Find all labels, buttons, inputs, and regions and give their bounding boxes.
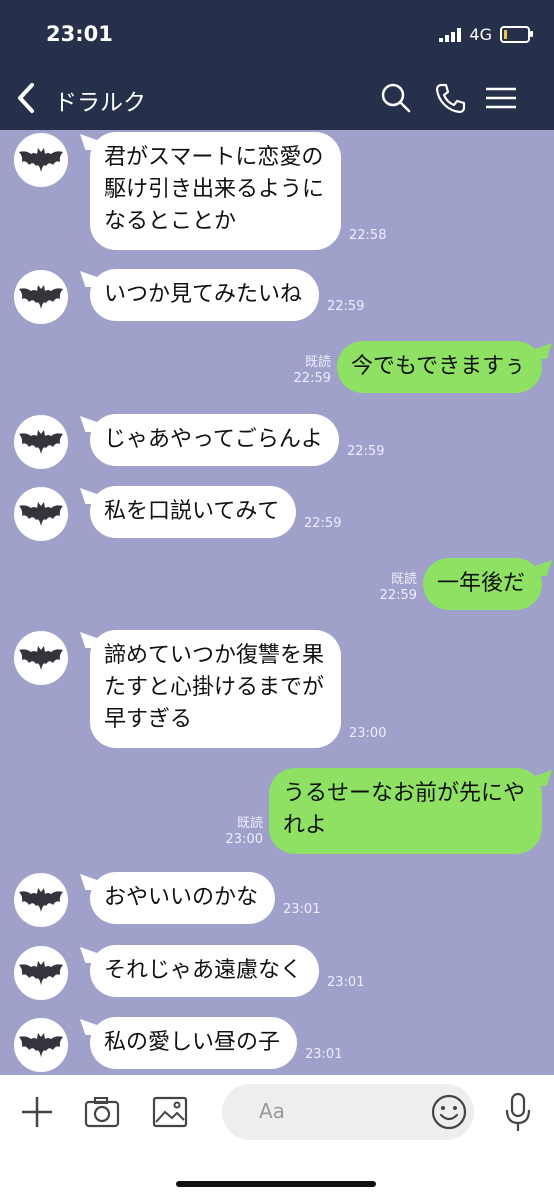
message-text-line: それじゃあ遠慮なく: [104, 958, 303, 983]
message-text-line: なるとことか: [104, 209, 237, 234]
status-bar: 23:01 4G: [0, 0, 554, 66]
search-icon[interactable]: [378, 80, 414, 116]
message-text-line: 今でもできますぅ: [351, 354, 526, 379]
message-text-line: 私を口説いてみて: [104, 499, 280, 524]
message-input-placeholder: Aa: [259, 1099, 285, 1123]
message-text-line: 私の愛しい昼の子: [104, 1030, 281, 1055]
message-timestamp: 22:59: [347, 444, 385, 459]
message-text-line: 早すぎる: [104, 707, 193, 732]
message-timestamp: 23:01: [283, 902, 321, 917]
message-text-line: たすと心掛けるまでが: [104, 675, 325, 700]
battery-icon: [500, 26, 533, 43]
avatar-bat-icon[interactable]: [14, 873, 68, 927]
read-receipt: 既読: [304, 355, 331, 370]
avatar-bat-icon[interactable]: [14, 631, 68, 685]
avatar-bat-icon[interactable]: [14, 270, 68, 324]
network-type: 4G: [469, 25, 492, 44]
home-indicator: [176, 1181, 376, 1187]
message-timestamp: 23:01: [305, 1047, 343, 1062]
message-bubble[interactable]: 一年後だ: [423, 558, 542, 610]
message-timestamp: 22:59: [379, 588, 417, 603]
avatar-bat-icon[interactable]: [14, 487, 68, 541]
avatar-bat-icon[interactable]: [14, 133, 68, 187]
camera-icon[interactable]: [83, 1093, 121, 1131]
image-icon[interactable]: [151, 1093, 189, 1131]
message-bubble[interactable]: いつか見てみたいね: [90, 269, 319, 321]
message-bubble[interactable]: 今でもできますぅ: [337, 341, 542, 393]
message-timestamp: 22:59: [327, 299, 365, 314]
message-text-line: 君がスマートに恋愛の: [104, 145, 324, 170]
message-timestamp: 22:59: [304, 516, 342, 531]
input-bar: Aa: [0, 1075, 554, 1200]
message-timestamp: 22:59: [293, 371, 331, 386]
message-timestamp: 22:58: [349, 228, 387, 243]
message-text-line: いつか見てみたいね: [104, 282, 303, 307]
message-bubble[interactable]: 私の愛しい昼の子: [90, 1017, 297, 1069]
message-timestamp: 23:00: [349, 726, 387, 741]
phone-icon[interactable]: [432, 80, 468, 116]
status-indicators: 4G: [439, 25, 533, 44]
back-chevron-icon[interactable]: [12, 80, 44, 116]
message-bubble[interactable]: 私を口説いてみて: [90, 486, 296, 538]
message-bubble[interactable]: 諦めていつか復讐を果 たすと心掛けるまでが 早すぎる: [90, 630, 341, 748]
read-receipt: 既読: [236, 816, 263, 831]
message-text-line: 一年後だ: [437, 571, 526, 596]
avatar-bat-icon[interactable]: [14, 415, 68, 469]
message-text-line: 駆け引き出来るように: [104, 177, 325, 202]
message-list[interactable]: 君がスマートに恋愛の 駆け引き出来るように なるとことか 22:58 いつか見てみたいね…: [0, 130, 554, 1075]
read-receipt: 既読: [390, 572, 417, 587]
message-bubble[interactable]: おやいいのかな: [90, 872, 275, 924]
message-bubble[interactable]: うるせーなお前が先にや れよ: [269, 768, 542, 854]
chat-title[interactable]: ドラルク: [54, 83, 146, 117]
status-time: 23:01: [46, 22, 113, 46]
message-text-line: 諦めていつか復讐を果: [104, 643, 325, 668]
message-text-line: れよ: [283, 813, 328, 838]
signal-icon: [439, 27, 462, 42]
message-timestamp: 23:01: [327, 975, 365, 990]
menu-icon[interactable]: [482, 80, 520, 116]
plus-icon[interactable]: [18, 1093, 56, 1131]
message-bubble[interactable]: それじゃあ遠慮なく: [90, 945, 319, 997]
message-bubble[interactable]: 君がスマートに恋愛の 駆け引き出来るように なるとことか: [90, 132, 341, 250]
message-bubble[interactable]: じゃあやってごらんよ: [90, 414, 339, 466]
message-input[interactable]: Aa: [222, 1084, 474, 1140]
microphone-icon[interactable]: [502, 1091, 534, 1133]
avatar-bat-icon[interactable]: [14, 946, 68, 1000]
chat-header: ドラルク: [0, 66, 554, 130]
emoji-icon[interactable]: [431, 1094, 467, 1130]
message-text-line: じゃあやってごらんよ: [104, 427, 323, 452]
message-text-line: うるせーなお前が先にや: [283, 781, 526, 806]
message-timestamp: 23:00: [225, 832, 263, 847]
message-text-line: おやいいのかな: [104, 885, 259, 910]
avatar-bat-icon[interactable]: [14, 1018, 68, 1072]
